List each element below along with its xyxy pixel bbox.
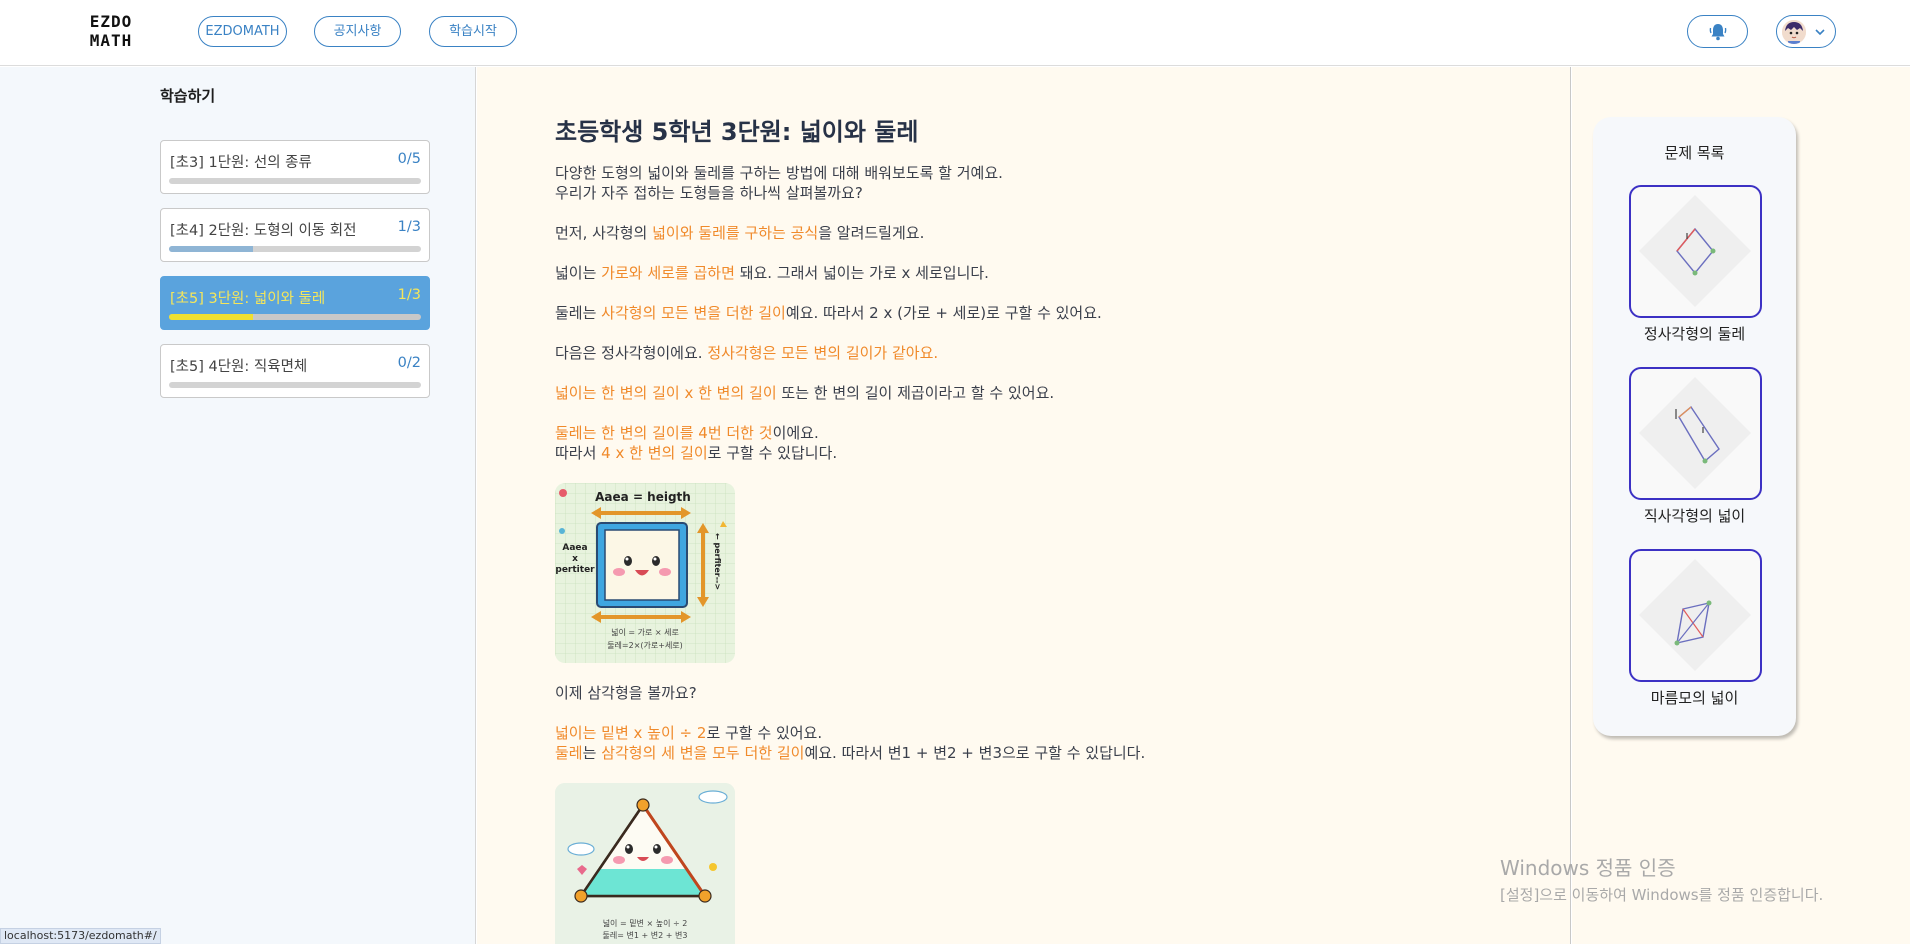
highlight-text: 넓이와 둘레를 구하는 공식 (652, 224, 819, 242)
highlight-text: 넓이는 한 변의 길이 x 한 변의 길이 (555, 384, 777, 402)
unit-card-1[interactable]: [초3] 1단원: 선의 종류 0/5 (160, 140, 430, 194)
unit-label: [초5] 3단원: 넓이와 둘레 (170, 291, 326, 307)
image-left-label-2: x (572, 554, 578, 564)
image-caption-2: 둘레=2×(가로+세로) (607, 641, 683, 650)
nav-start-learning[interactable]: 학습시작 (429, 16, 517, 47)
text: 다음은 정사각형이에요. (555, 344, 708, 362)
paragraph-square-perimeter: 둘레는 한 변의 길이를 4번 더한 것이에요. (555, 423, 819, 443)
highlight-text: 삼각형의 세 변을 모두 더한 길이 (601, 744, 805, 762)
text: 예요. 따라서 2 x (가로 + 세로)로 구할 수 있어요. (785, 304, 1102, 322)
image-caption-2: 둘레= 변1 + 변2 + 변3 (603, 930, 688, 940)
image-caption-1: 넓이 = 밑변 × 높이 ÷ 2 (603, 918, 688, 928)
unit-card-2[interactable]: [초4] 2단원: 도형의 이동 회전 1/3 (160, 208, 430, 262)
square-illustration: Aaea = heigth Aaea x pertiter ← perfiter… (555, 483, 735, 663)
rectangle-area-thumbnail (1639, 377, 1751, 489)
problem-thumb-rectangle-area[interactable] (1629, 367, 1762, 500)
problem-list-panel: 문제 목록 정사각형의 둘레 직사각형의 넓이 마름모의 넓이 (1593, 117, 1796, 736)
unit-label: [초4] 2단원: 도형의 이동 회전 (170, 223, 357, 239)
paragraph-triangle-area: 넓이는 밑변 x 높이 ÷ 2로 구할 수 있어요. (555, 723, 822, 743)
image-left-label-1: Aaea (562, 543, 587, 553)
paragraph-triangle-perimeter: 둘레는 삼각형의 세 변을 모두 더한 길이예요. 따라서 변1 + 변2 + … (555, 743, 1145, 763)
text: 또는 한 변의 길이 제곱이라고 할 수 있어요. (776, 384, 1055, 402)
paragraph-area: 넓이는 가로와 세로를 곱하면 돼요. 그래서 넓이는 가로 x 세로입니다. (555, 263, 989, 283)
text: 먼저, 사각형의 (555, 224, 653, 242)
paragraph-perimeter: 둘레는 사각형의 모든 변을 더한 길이예요. 따라서 2 x (가로 + 세로… (555, 303, 1102, 323)
text: 로 구할 수 있어요. (706, 724, 823, 742)
windows-activation-watermark: Windows 정품 인증 [설정]으로 이동하여 Windows를 정품 인증… (1500, 852, 1823, 905)
highlight-text: 둘레는 한 변의 길이를 4번 더한 것 (555, 424, 773, 442)
unit-progress-count: 1/3 (397, 219, 421, 235)
sidebar-title: 학습하기 (160, 87, 216, 105)
problem-sidebar: 문제 목록 정사각형의 둘레 직사각형의 넓이 마름모의 넓이 (1572, 67, 1910, 944)
text: 둘레는 (555, 304, 602, 322)
paragraph-triangle-intro: 이제 삼각형을 볼까요? (555, 684, 697, 702)
image-left-label-3: pertiter (555, 565, 595, 575)
nav-notice[interactable]: 공지사항 (314, 16, 401, 47)
browser-status-url: localhost:5173/ezdomath#/ (0, 928, 161, 944)
intro-line-2: 우리가 자주 접하는 도형들을 하나씩 살펴볼까요? (555, 184, 863, 202)
paragraph-square: 다음은 정사각형이에요. 정사각형은 모든 변의 길이가 같아요. (555, 343, 938, 363)
unit-progress-bar (169, 178, 421, 184)
highlight-text: 가로와 세로를 곱하면 (601, 264, 735, 282)
problem-thumb-rhombus-area[interactable] (1629, 549, 1762, 682)
text: 이에요. (772, 424, 819, 442)
image-caption-1: 넓이 = 가로 × 세로 (611, 627, 679, 637)
lesson-content: 초등학생 5학년 3단원: 넓이와 둘레 다양한 도형의 넓이와 둘레를 구하는… (477, 67, 1571, 944)
unit-card-3[interactable]: [초5] 3단원: 넓이와 둘레 1/3 (160, 276, 430, 330)
bell-icon (1709, 24, 1727, 41)
top-navbar: EZDO MATH EZDOMATH 공지사항 학습시작 (0, 0, 1910, 66)
unit-progress-count: 0/2 (397, 355, 421, 371)
highlight-text: 정사각형은 모든 변의 길이가 같아요. (707, 344, 939, 362)
unit-progress-count: 1/3 (397, 287, 421, 303)
unit-progress-bar (169, 382, 421, 388)
logo[interactable]: EZDO MATH (84, 12, 138, 50)
paragraph-square-perimeter-2: 따라서 4 x 한 변의 길이로 구할 수 있답니다. (555, 443, 837, 463)
intro-line-1: 다양한 도형의 넓이와 둘레를 구하는 방법에 대해 배워보도록 할 거예요. (555, 164, 1003, 182)
square-character-image: Aaea = heigth Aaea x pertiter ← perfiter… (555, 483, 735, 663)
square-perimeter-thumbnail (1639, 195, 1751, 307)
highlight-text: 4 x 한 변의 길이 (601, 444, 708, 462)
avatar (1782, 20, 1806, 44)
chevron-down-icon (1815, 29, 1825, 36)
problem-label[interactable]: 마름모의 넓이 (1593, 687, 1796, 708)
text: 을 알려드릴게요. (818, 224, 925, 242)
profile-menu-button[interactable] (1776, 15, 1836, 48)
problem-label[interactable]: 직사각형의 넓이 (1593, 505, 1796, 526)
problem-list-title: 문제 목록 (1664, 144, 1725, 162)
unit-label: [초3] 1단원: 선의 종류 (170, 155, 312, 171)
unit-progress-bar (169, 246, 421, 252)
triangle-character-image: 넓이 = 밑변 × 높이 ÷ 2 둘레= 변1 + 변2 + 변3 (555, 783, 735, 944)
text: 는 (582, 744, 602, 762)
triangle-illustration: 넓이 = 밑변 × 높이 ÷ 2 둘레= 변1 + 변2 + 변3 (555, 783, 735, 944)
paragraph-square-area: 넓이는 한 변의 길이 x 한 변의 길이 또는 한 변의 길이 제곱이라고 할… (555, 383, 1054, 403)
sidebar: 학습하기 [초3] 1단원: 선의 종류 0/5 [초4] 2단원: 도형의 이… (0, 67, 476, 944)
unit-card-4[interactable]: [초5] 4단원: 직육면체 0/2 (160, 344, 430, 398)
unit-progress-bar (169, 314, 421, 320)
image-right-label: ← perfiter--> (713, 533, 722, 590)
watermark-subtitle: [설정]으로 이동하여 Windows를 정품 인증합니다. (1500, 886, 1824, 904)
problem-label[interactable]: 정사각형의 둘레 (1593, 323, 1796, 344)
page-title: 초등학생 5학년 3단원: 넓이와 둘레 (555, 118, 919, 146)
problem-thumb-square-perimeter[interactable] (1629, 185, 1762, 318)
unit-progress-count: 0/5 (397, 151, 421, 167)
image-top-label: Aaea = heigth (595, 490, 691, 504)
text: 넓이는 (555, 264, 602, 282)
text: 로 구할 수 있답니다. (707, 444, 838, 462)
nav-ezdomath[interactable]: EZDOMATH (198, 16, 287, 47)
unit-label: [초5] 4단원: 직육면체 (170, 359, 308, 375)
highlight-text: 둘레 (555, 744, 583, 762)
logo-line-2: MATH (89, 31, 133, 50)
watermark-title: Windows 정품 인증 (1500, 856, 1676, 880)
paragraph-rect-formula: 먼저, 사각형의 넓이와 둘레를 구하는 공식을 알려드릴게요. (555, 223, 924, 243)
rhombus-area-thumbnail (1639, 559, 1751, 671)
logo-line-1: EZDO (89, 12, 133, 31)
text: 따라서 (555, 444, 602, 462)
text: 예요. 따라서 변1 + 변2 + 변3으로 구할 수 있답니다. (804, 744, 1146, 762)
highlight-text: 사각형의 모든 변을 더한 길이 (601, 304, 786, 322)
notification-button[interactable] (1687, 15, 1748, 48)
text: 돼요. 그래서 넓이는 가로 x 세로입니다. (734, 264, 989, 282)
highlight-text: 넓이는 밑변 x 높이 ÷ 2 (555, 724, 707, 742)
